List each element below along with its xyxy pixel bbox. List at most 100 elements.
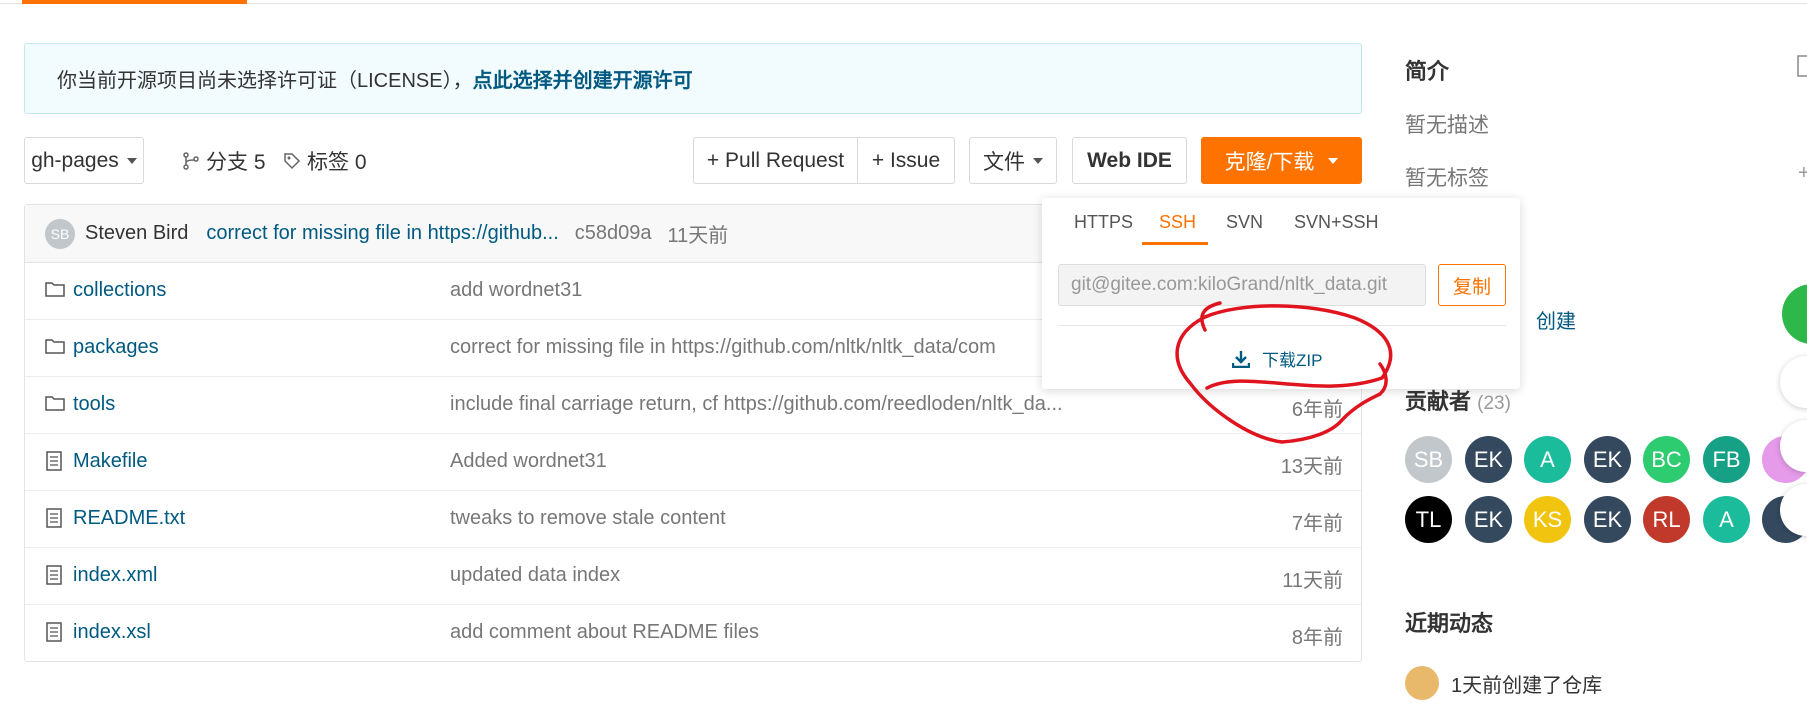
- file-icon: [46, 622, 62, 642]
- contributors-count: (23): [1477, 393, 1511, 414]
- branch-icon: [183, 151, 199, 170]
- tab-ssh[interactable]: SSH: [1159, 212, 1196, 244]
- chevron-down-icon: [126, 157, 137, 164]
- avatar[interactable]: EK: [1465, 436, 1512, 483]
- avatar[interactable]: KS: [1524, 496, 1571, 543]
- branch-label: gh-pages: [31, 148, 119, 172]
- chevron-down-icon: [1033, 157, 1043, 164]
- tab-https[interactable]: HTTPS: [1074, 212, 1133, 244]
- file-name[interactable]: tools: [73, 393, 115, 416]
- file-icon: [46, 565, 62, 585]
- contributors-title: 贡献者 (23): [1405, 384, 1511, 416]
- avatar[interactable]: A: [1524, 436, 1571, 483]
- avatar[interactable]: SB: [45, 218, 75, 249]
- file-name[interactable]: packages: [73, 336, 159, 359]
- license-message: 你当前开源项目尚未选择许可证（LICENSE），: [57, 70, 473, 92]
- avatar[interactable]: SB: [1405, 436, 1452, 483]
- add-tag-icon[interactable]: +: [1798, 162, 1807, 185]
- file-name[interactable]: index.xml: [73, 564, 157, 587]
- copy-button[interactable]: 复制: [1438, 264, 1506, 306]
- issue-label: + Issue: [871, 148, 941, 172]
- avatar[interactable]: EK: [1584, 496, 1631, 543]
- folder-icon: [45, 339, 65, 354]
- avatar-initials: BC: [1651, 446, 1682, 472]
- activity-item: 1天前创建了仓库: [1405, 666, 1602, 700]
- avatar[interactable]: RL: [1643, 496, 1690, 543]
- file-commit-message[interactable]: include final carriage return, cf https:…: [450, 393, 1063, 416]
- avatar-initials: A: [1719, 506, 1734, 532]
- avatar[interactable]: EK: [1584, 436, 1631, 483]
- edit-icon[interactable]: [1796, 54, 1807, 78]
- no-description: 暂无描述: [1405, 114, 1489, 137]
- file-time: 8年前: [1291, 627, 1343, 649]
- clone-url-input[interactable]: [1058, 264, 1426, 306]
- file-name[interactable]: collections: [73, 279, 166, 302]
- pull-request-button[interactable]: + Pull Request: [693, 137, 858, 184]
- file-menu-label: 文件: [983, 150, 1025, 174]
- file-commit-message[interactable]: add wordnet31: [450, 279, 582, 302]
- avatar[interactable]: BC: [1643, 436, 1690, 483]
- avatar-initials: SB: [1413, 446, 1444, 472]
- file-commit-message[interactable]: add comment about README files: [450, 621, 759, 644]
- download-icon: [1232, 350, 1250, 368]
- recent-activity-title: 近期动态: [1405, 611, 1494, 636]
- avatar[interactable]: EK: [1465, 496, 1512, 543]
- file-time: 11天前: [1282, 570, 1343, 592]
- avatar[interactable]: [1405, 666, 1439, 700]
- pull-request-label: + Pull Request: [706, 148, 845, 172]
- file-commit-message[interactable]: Added wordnet31: [450, 450, 607, 473]
- download-zip-label: 下载ZIP: [1262, 351, 1323, 370]
- floating-action-button[interactable]: [1782, 284, 1807, 344]
- activity-text: 1天前创建了仓库: [1451, 674, 1603, 697]
- avatar[interactable]: A: [1703, 496, 1750, 543]
- table-row[interactable]: Makefile Added wordnet31 13天前: [25, 434, 1361, 491]
- divider: [1058, 325, 1506, 326]
- license-notice: 你当前开源项目尚未选择许可证（LICENSE）， 点此选择并创建开源许可: [24, 43, 1362, 114]
- file-name[interactable]: Makefile: [73, 450, 147, 473]
- top-rule: [0, 0, 1807, 4]
- table-row[interactable]: index.xsl add comment about README files…: [25, 605, 1361, 662]
- branch-select[interactable]: gh-pages: [24, 137, 144, 184]
- tab-svn-ssh[interactable]: SVN+SSH: [1294, 212, 1379, 244]
- create-link[interactable]: 创建: [1536, 305, 1576, 334]
- file-time: 13天前: [1280, 456, 1343, 478]
- file-time: 6年前: [1291, 399, 1343, 421]
- avatar-initials: KS: [1532, 506, 1563, 532]
- file-icon: [46, 508, 62, 528]
- file-name[interactable]: index.xsl: [73, 621, 151, 644]
- file-menu-button[interactable]: 文件: [969, 137, 1057, 184]
- issue-button[interactable]: + Issue: [857, 137, 955, 184]
- folder-icon: [45, 282, 65, 297]
- file-commit-message[interactable]: correct for missing file in https://gith…: [450, 336, 996, 359]
- file-commit-message[interactable]: updated data index: [450, 564, 620, 587]
- avatar-initials: FB: [1712, 446, 1741, 472]
- avatar-initials: A: [1540, 446, 1555, 472]
- commit-author[interactable]: Steven Bird: [85, 222, 188, 245]
- table-row[interactable]: README.txt tweaks to remove stale conten…: [25, 491, 1361, 548]
- web-ide-button[interactable]: Web IDE: [1072, 137, 1187, 184]
- commit-hash[interactable]: c58d09a: [575, 222, 652, 245]
- contributors-title-label: 贡献者: [1405, 389, 1472, 414]
- avatar[interactable]: FB: [1703, 436, 1750, 483]
- active-tab-underline: [1142, 242, 1208, 245]
- tab-svn[interactable]: SVN: [1226, 212, 1263, 244]
- file-commit-message[interactable]: tweaks to remove stale content: [450, 507, 726, 530]
- file-name[interactable]: README.txt: [73, 507, 185, 530]
- table-row[interactable]: index.xml updated data index 11天前: [25, 548, 1361, 605]
- avatar-initials: TL: [1415, 506, 1442, 532]
- download-zip-button[interactable]: 下载ZIP: [1232, 346, 1322, 371]
- intro-title: 简介: [1405, 59, 1450, 84]
- license-create-link[interactable]: 点此选择并创建开源许可: [473, 64, 693, 93]
- tag-icon: [284, 152, 301, 169]
- chevron-down-icon: [1328, 157, 1339, 164]
- no-tags: 暂无标签: [1405, 167, 1489, 190]
- clone-download-label: 克隆/下载: [1224, 150, 1315, 174]
- commit-message[interactable]: correct for missing file in https://gith…: [206, 222, 558, 245]
- tags-link[interactable]: 标签 0: [283, 137, 367, 184]
- float-edit-button[interactable]: [1780, 356, 1807, 408]
- avatar-initials: EK: [1592, 506, 1623, 532]
- branches-label: 分支 5: [206, 150, 266, 174]
- branches-link[interactable]: 分支 5: [182, 137, 266, 184]
- clone-download-button[interactable]: 克隆/下载: [1201, 137, 1362, 184]
- avatar[interactable]: TL: [1405, 496, 1452, 543]
